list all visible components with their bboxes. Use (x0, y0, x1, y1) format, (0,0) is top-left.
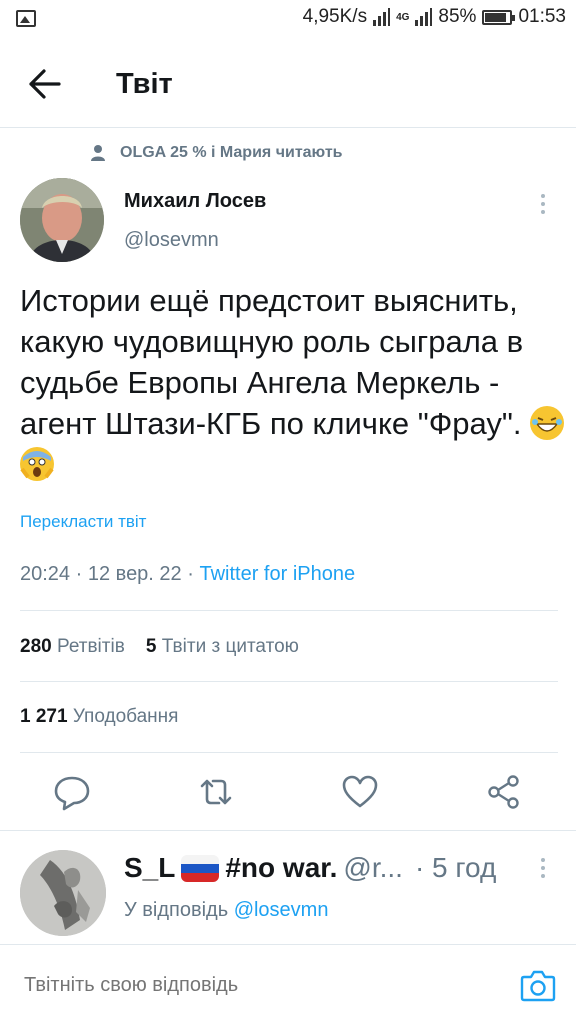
reply-input[interactable] (24, 974, 464, 997)
page-title: Твіт (116, 68, 173, 100)
camera-icon[interactable] (520, 968, 556, 1002)
divider (0, 127, 576, 128)
reply-icon[interactable] (52, 772, 92, 812)
laughing-emoji-icon (530, 406, 565, 440)
reply-to-handle-link[interactable]: @losevmn (234, 899, 329, 921)
network-type: 4G (396, 11, 410, 23)
tweet-body: Истории ещё предстоит выяснить, какую чу… (20, 283, 524, 441)
reply-composer (0, 944, 576, 1024)
meta-separator: · (187, 563, 194, 585)
reply-more-options-icon[interactable] (538, 856, 548, 880)
tweet-date: 12 вер. 22 (87, 563, 182, 585)
tweet-meta: 20:24 · 12 вер. 22 · Twitter for iPhone (20, 563, 355, 586)
back-arrow-icon[interactable] (28, 68, 62, 100)
quotes-link[interactable]: 5 Твіти з цитатою (146, 636, 299, 657)
author-name[interactable]: Михаил Лосев (124, 190, 266, 213)
like-icon[interactable] (340, 772, 380, 812)
retweet-icon[interactable] (196, 772, 236, 812)
divider (20, 610, 558, 611)
network-speed: 4,95K/s (302, 6, 368, 27)
divider (20, 681, 558, 682)
battery-percent: 85% (438, 6, 477, 27)
tweet-source-link[interactable]: Twitter for iPhone (199, 563, 355, 585)
reply-to: У відповідь @losevmn (124, 899, 328, 922)
social-context-text: OLGA 25 % і Мария читають (120, 144, 343, 161)
divider (0, 830, 576, 831)
top-bar: Твіт (0, 48, 576, 120)
screaming-emoji-icon (20, 447, 54, 481)
translate-tweet-link[interactable]: Перекласти твіт (20, 512, 146, 532)
retweets-link[interactable]: 280 Ретвітів (20, 636, 125, 657)
russia-flag-icon (181, 854, 220, 882)
divider (20, 752, 558, 753)
meta-separator: · (75, 563, 83, 585)
retweets-label: Ретвітів (56, 636, 125, 657)
more-options-icon[interactable] (538, 192, 548, 216)
quotes-count: 5 (145, 636, 157, 657)
reply-author-name[interactable]: S_L (124, 852, 175, 884)
likes-link[interactable]: 1 271 Уподобання (20, 706, 178, 728)
author-avatar[interactable] (20, 178, 104, 262)
tweet-time: 20:24 (20, 563, 71, 585)
signal-icon (373, 8, 391, 26)
reply-header: S_L #no war. @r... · 5 год (124, 852, 496, 884)
likes-label: Уподобання (72, 706, 179, 727)
share-icon[interactable] (484, 772, 524, 812)
person-icon (91, 145, 105, 161)
social-context[interactable]: OLGA 25 % і Мария читають (90, 144, 342, 162)
battery-icon (482, 9, 516, 25)
image-notification-icon (16, 10, 36, 27)
clock: 01:53 (518, 6, 566, 27)
quotes-label: Твіти з цитатою (161, 636, 299, 657)
tweet-text: Истории ещё предстоит выяснить, какую чу… (20, 280, 565, 485)
reply-author-handle[interactable]: @r... (343, 852, 403, 884)
status-bar: 4,95K/s 4G 85% 01:53 (0, 0, 576, 38)
signal-icon-2 (415, 8, 433, 26)
likes-count: 1 271 (20, 706, 68, 727)
retweets-count: 280 (20, 636, 52, 657)
reply-author-avatar[interactable] (20, 850, 106, 936)
retweet-stats: 280 Ретвітів 5 Твіти з цитатою (20, 636, 299, 658)
reply-author-name-suffix[interactable]: #no war. (225, 852, 337, 884)
reply-to-label: У відповідь (124, 899, 229, 921)
author-handle[interactable]: @losevmn (124, 229, 219, 252)
reply-time: · 5 год (414, 852, 497, 883)
